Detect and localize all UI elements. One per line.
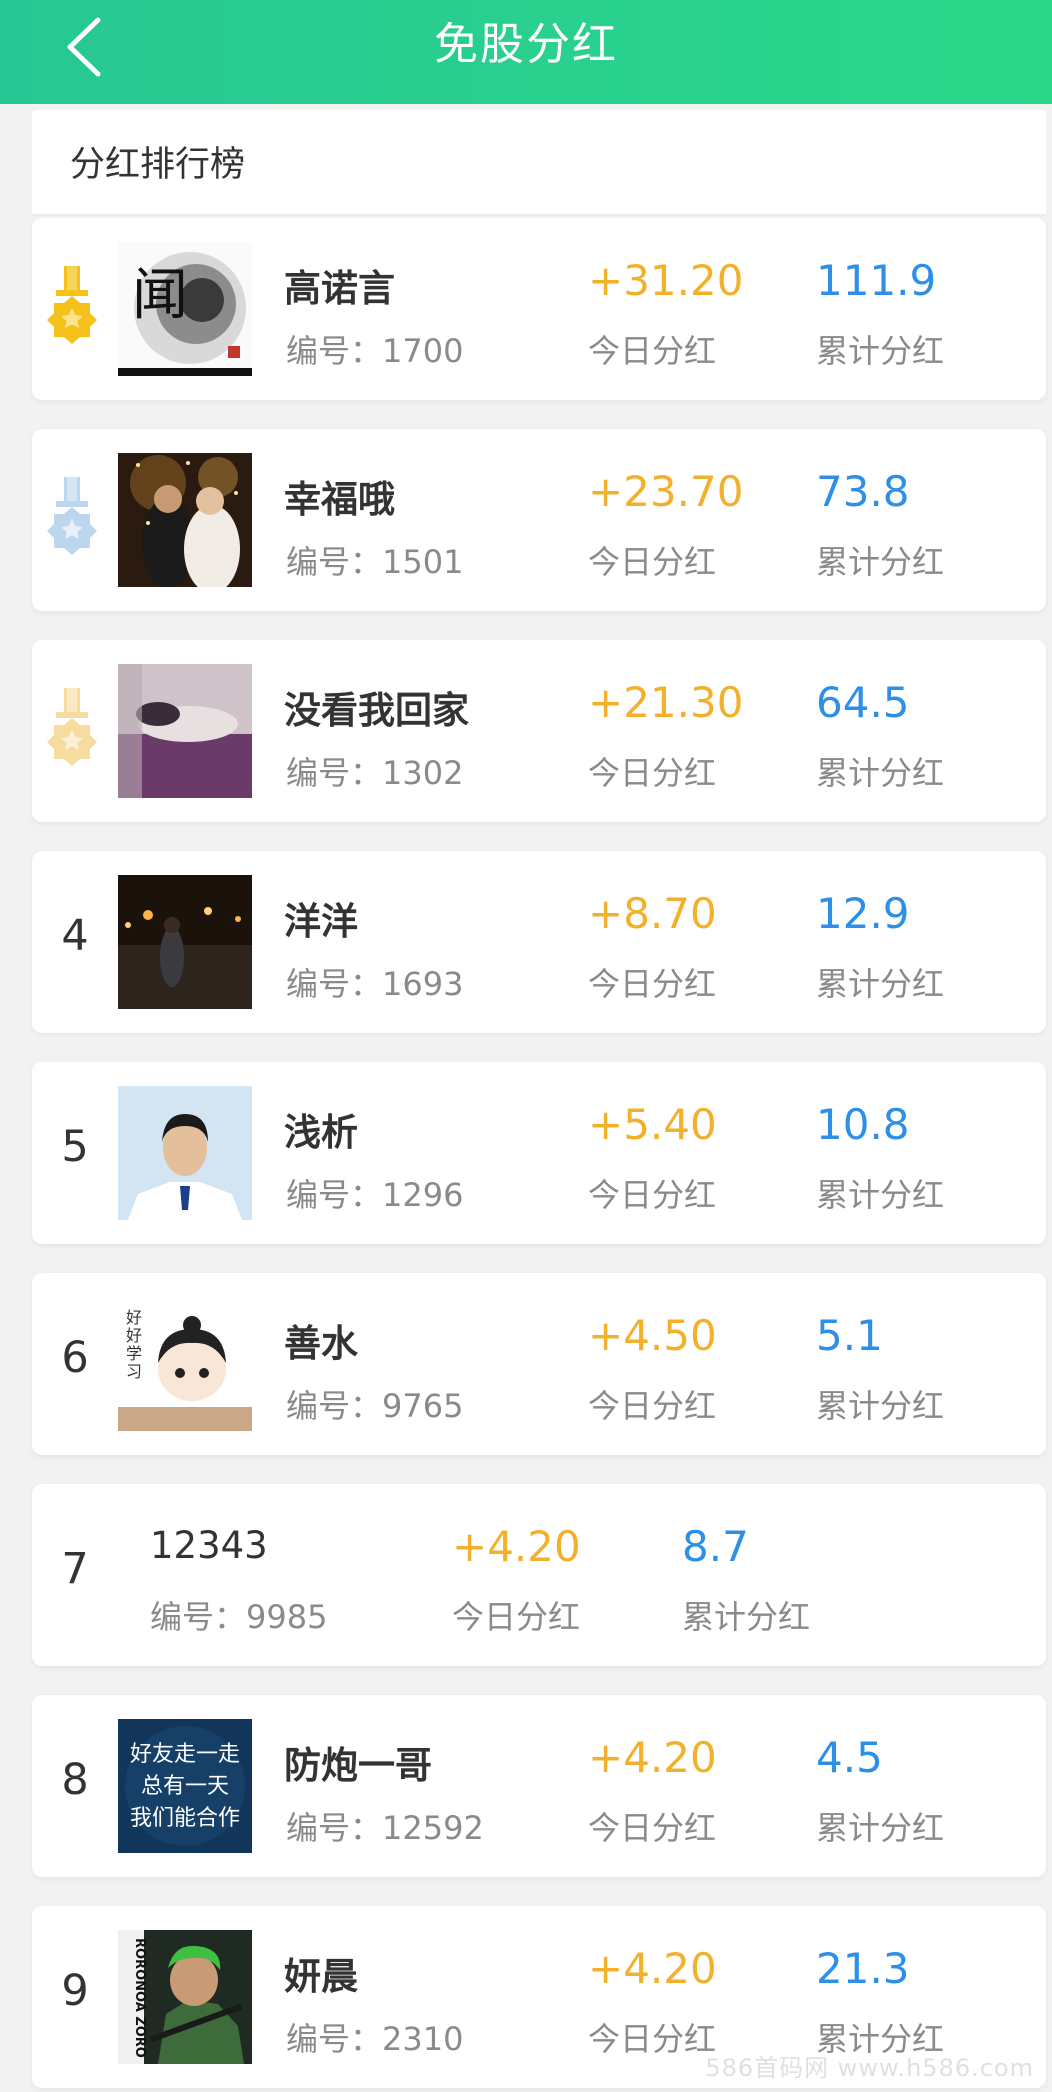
today-dividend-label: 今日分红 bbox=[588, 1387, 717, 1425]
total-dividend-value: 12.9 bbox=[816, 889, 910, 938]
avatar-text: 好友走一走 bbox=[130, 1742, 240, 1767]
user-id: 编号：9765 bbox=[286, 1387, 464, 1425]
avatar-text: 学 bbox=[126, 1344, 142, 1363]
today-dividend-value: +4.20 bbox=[588, 1944, 717, 1993]
rank-number: 6 bbox=[61, 1333, 89, 1383]
ranking-row[interactable]: 幸福哦 编号：1501 +23.70 今日分红 73.8 累计分红 bbox=[32, 429, 1046, 611]
total-dividend-label: 累计分红 bbox=[682, 1598, 811, 1636]
ranking-row[interactable]: 没看我回家 编号：1302 +21.30 今日分红 64.5 累计分红 bbox=[32, 640, 1046, 822]
avatar-text: RORONOA ZORO bbox=[132, 1938, 147, 2058]
top-bar: 免股分红 bbox=[0, 0, 1052, 104]
today-dividend-label: 今日分红 bbox=[588, 2020, 717, 2058]
user-avatar bbox=[118, 664, 252, 798]
total-dividend-label: 累计分红 bbox=[816, 965, 945, 1003]
user-avatar: RORONOA ZORO bbox=[118, 1930, 252, 2064]
avatar-text: 好 bbox=[126, 1308, 142, 1327]
user-id: 编号：1693 bbox=[286, 965, 464, 1003]
today-dividend-value: +4.20 bbox=[452, 1522, 581, 1571]
total-dividend-label: 累计分红 bbox=[816, 332, 945, 370]
today-dividend-label: 今日分红 bbox=[588, 754, 717, 792]
bronze-medal-icon bbox=[47, 688, 97, 766]
ranking-row[interactable]: 6 好 好 学 习 善水 编号：9765 +4.50 今日分红 5.1 累计分红 bbox=[32, 1273, 1046, 1455]
rank-number: 7 bbox=[61, 1544, 89, 1594]
total-dividend-value: 73.8 bbox=[816, 467, 910, 516]
user-id: 编号：12592 bbox=[286, 1809, 484, 1847]
rank-number: 5 bbox=[61, 1122, 89, 1172]
user-avatar: 闻 bbox=[118, 242, 252, 376]
total-dividend-value: 4.5 bbox=[816, 1733, 883, 1782]
rank-number: 8 bbox=[61, 1755, 89, 1805]
user-id: 编号：1296 bbox=[286, 1176, 464, 1214]
today-dividend-label: 今日分红 bbox=[452, 1598, 581, 1636]
today-dividend-label: 今日分红 bbox=[588, 543, 717, 581]
total-dividend-label: 累计分红 bbox=[816, 1176, 945, 1214]
total-dividend-label: 累计分红 bbox=[816, 754, 945, 792]
user-name: 高诺言 bbox=[284, 267, 395, 310]
page-title: 免股分红 bbox=[434, 19, 618, 70]
today-dividend-value: +4.20 bbox=[588, 1733, 717, 1782]
rank-number: 9 bbox=[61, 1966, 89, 2016]
user-id: 编号：2310 bbox=[286, 2020, 464, 2058]
total-dividend-label: 累计分红 bbox=[816, 543, 945, 581]
today-dividend-value: +5.40 bbox=[588, 1100, 717, 1149]
total-dividend-value: 111.9 bbox=[816, 256, 937, 305]
today-dividend-value: +4.50 bbox=[588, 1311, 717, 1360]
ranking-row[interactable]: 8 好友走一走 总有一天 我们能合作 防炮一哥 编号：12592 +4.20 今… bbox=[32, 1695, 1046, 1877]
user-avatar bbox=[118, 875, 252, 1009]
user-avatar: 好 好 学 习 bbox=[118, 1297, 252, 1431]
user-avatar bbox=[118, 453, 252, 587]
user-avatar: 好友走一走 总有一天 我们能合作 bbox=[118, 1719, 252, 1853]
user-name: 防炮一哥 bbox=[284, 1744, 432, 1787]
section-title: 分红排行榜 bbox=[70, 145, 246, 185]
today-dividend-label: 今日分红 bbox=[588, 1176, 717, 1214]
avatar-text: 我们能合作 bbox=[130, 1806, 240, 1831]
ranking-row[interactable]: 5 浅析 编号：1296 +5.40 今日分红 10.8 累计分红 bbox=[32, 1062, 1046, 1244]
today-dividend-label: 今日分红 bbox=[588, 965, 717, 1003]
user-id: 编号：1700 bbox=[286, 332, 464, 370]
user-name: 善水 bbox=[284, 1322, 358, 1365]
today-dividend-label: 今日分红 bbox=[588, 332, 717, 370]
total-dividend-value: 64.5 bbox=[816, 678, 910, 727]
user-id: 编号：9985 bbox=[150, 1598, 328, 1636]
total-dividend-label: 累计分红 bbox=[816, 1387, 945, 1425]
gold-medal-icon bbox=[47, 266, 97, 344]
user-id: 编号：1501 bbox=[286, 543, 464, 581]
user-name: 没看我回家 bbox=[284, 689, 469, 732]
ranking-row[interactable]: 4 洋洋 编号：1693 +8.70 今日分红 12.9 累计分红 bbox=[32, 851, 1046, 1033]
avatar-text: 总有一天 bbox=[141, 1774, 229, 1799]
total-dividend-value: 8.7 bbox=[682, 1522, 749, 1571]
today-dividend-value: +23.70 bbox=[588, 467, 744, 516]
watermark: 586首码网 www.h586.com bbox=[705, 2054, 1034, 2082]
today-dividend-value: +8.70 bbox=[588, 889, 717, 938]
silver-medal-icon bbox=[47, 477, 97, 555]
user-name: 12343 bbox=[150, 1524, 268, 1567]
rank-number: 4 bbox=[61, 911, 89, 961]
user-name: 浅析 bbox=[284, 1111, 358, 1154]
total-dividend-value: 21.3 bbox=[816, 1944, 910, 1993]
today-dividend-value: +31.20 bbox=[588, 256, 744, 305]
avatar-text: 习 bbox=[126, 1362, 142, 1381]
avatar-text: 好 bbox=[126, 1326, 142, 1345]
today-dividend-value: +21.30 bbox=[588, 678, 744, 727]
total-dividend-value: 5.1 bbox=[816, 1311, 883, 1360]
ranking-section-header: 分红排行榜 bbox=[32, 110, 1046, 216]
user-id: 编号：1302 bbox=[286, 754, 464, 792]
today-dividend-label: 今日分红 bbox=[588, 1809, 717, 1847]
user-name: 洋洋 bbox=[284, 900, 358, 943]
ranking-row[interactable]: 7 12343 编号：9985 +4.20 今日分红 8.7 累计分红 bbox=[32, 1484, 1046, 1666]
ranking-row[interactable]: 闻 高诺言 编号：1700 +31.20 今日分红 111.9 累计分红 bbox=[32, 218, 1046, 400]
total-dividend-label: 累计分红 bbox=[816, 1809, 945, 1847]
total-dividend-value: 10.8 bbox=[816, 1100, 910, 1149]
avatar-glyph: 闻 bbox=[132, 263, 188, 328]
user-name: 幸福哦 bbox=[284, 478, 395, 521]
user-name: 妍晨 bbox=[284, 1955, 358, 1998]
user-avatar bbox=[118, 1086, 252, 1220]
